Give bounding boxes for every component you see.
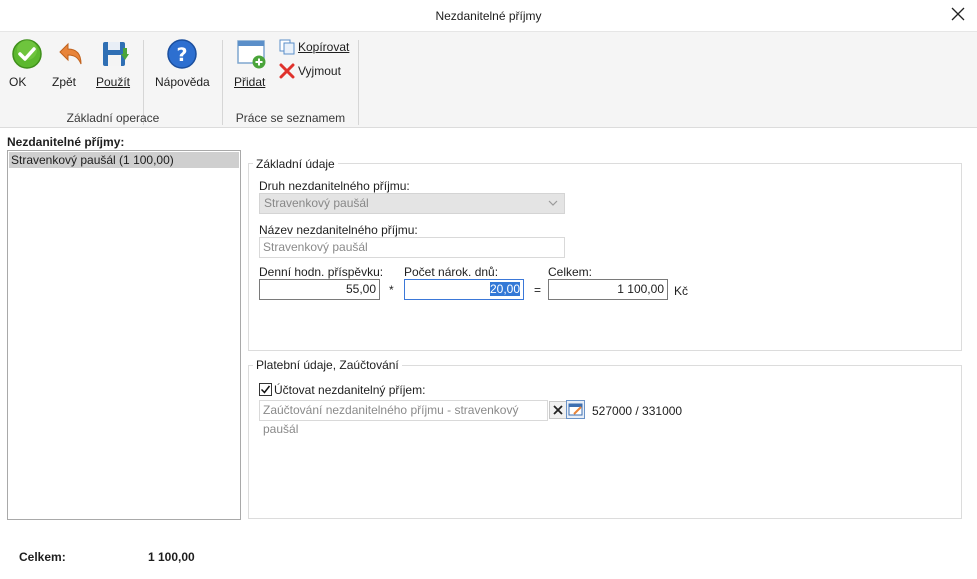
basic-group-title: Základní údaje — [253, 157, 338, 171]
list-title: Nezdanitelné příjmy: — [7, 135, 125, 149]
multiply-sign: * — [389, 283, 394, 297]
type-select[interactable]: Stravenkový paušál — [259, 193, 565, 214]
clear-icon[interactable] — [549, 401, 567, 419]
name-field[interactable]: Stravenkový paušál — [259, 237, 565, 258]
ribbon-toolbar: OK Zpět Použít ? Nápověda Základní opera… — [0, 31, 977, 128]
cut-button[interactable]: Vyjmout — [279, 62, 341, 80]
post-income-label: Účtovat nezdanitelný příjem: — [274, 383, 426, 397]
type-label: Druh nezdanitelného příjmu: — [259, 179, 410, 193]
back-button[interactable]: Zpět — [52, 38, 88, 89]
apply-button[interactable]: Použít — [96, 38, 134, 89]
add-item-icon — [237, 40, 266, 69]
ribbon-separator — [358, 40, 359, 125]
footer-total-value: 1 100,00 — [148, 550, 195, 564]
total-field[interactable]: 1 100,00 — [548, 279, 668, 300]
title-bar: Nezdanitelné příjmy — [0, 0, 977, 31]
group-label-basic: Základní operace — [66, 111, 160, 125]
ribbon-separator — [222, 40, 223, 125]
currency-label: Kč — [674, 284, 689, 298]
days-label: Počet nárok. dnů: — [404, 265, 499, 279]
window-title: Nezdanitelné příjmy — [435, 9, 542, 23]
equals-sign: = — [534, 283, 542, 297]
select-posting-icon[interactable] — [566, 400, 585, 419]
svg-text:?: ? — [176, 44, 187, 66]
ok-button[interactable]: OK — [9, 38, 45, 89]
days-field[interactable]: 20,00 — [404, 279, 524, 300]
add-button[interactable]: Přidat — [234, 38, 268, 89]
daily-label: Denní hodn. příspěvku: — [259, 265, 384, 279]
group-label-list: Práce se seznamem — [235, 111, 346, 125]
copy-icon — [279, 39, 295, 55]
accounts-text: 527000 / 331000 — [592, 404, 683, 418]
footer-total-label: Celkem: — [19, 550, 66, 564]
help-button[interactable]: ? Nápověda — [155, 38, 210, 89]
total-label: Celkem: — [548, 265, 593, 279]
name-label: Název nezdanitelného příjmu: — [259, 223, 418, 237]
payment-group-title: Platební údaje, Zaúčtování — [253, 358, 402, 372]
posting-field[interactable]: Zaúčtování nezdanitelného příjmu - strav… — [259, 400, 548, 436]
undo-icon — [59, 42, 82, 65]
checkmark-icon — [260, 385, 271, 394]
cut-icon — [279, 63, 295, 79]
daily-value-field[interactable]: 55,00 — [259, 279, 380, 300]
close-icon[interactable] — [950, 6, 966, 22]
check-icon — [12, 39, 42, 69]
help-icon: ? — [167, 39, 197, 69]
list-item[interactable]: Stravenkový paušál (1 100,00) — [9, 152, 239, 168]
chevron-down-icon — [548, 200, 558, 206]
income-list[interactable]: Stravenkový paušál (1 100,00) — [7, 150, 241, 520]
save-icon — [103, 42, 129, 66]
copy-button[interactable]: Kopírovat — [279, 38, 349, 56]
post-income-checkbox[interactable] — [259, 383, 272, 396]
